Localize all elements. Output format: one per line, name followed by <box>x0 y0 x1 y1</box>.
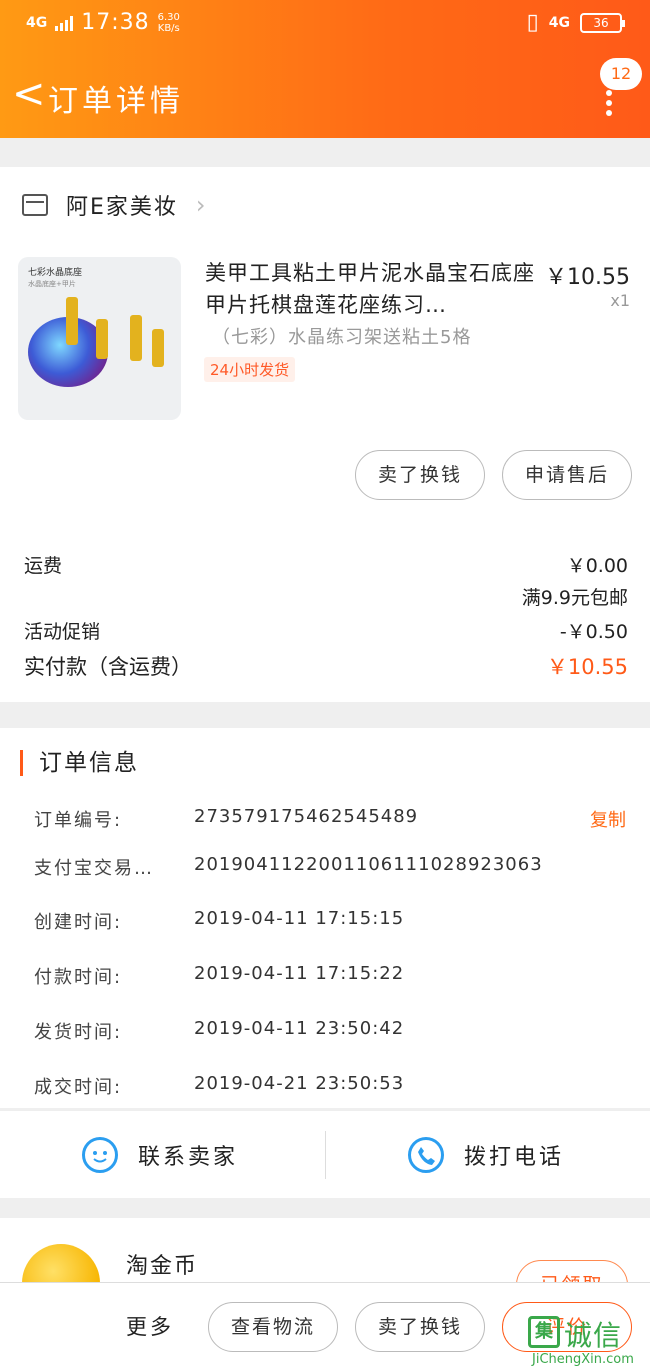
product-image-label: 七彩水晶底座 <box>28 268 83 278</box>
info-key: 创建时间: <box>34 912 123 933</box>
info-key: 付款时间: <box>34 967 123 988</box>
paid-value: ￥10.55 <box>546 655 628 679</box>
phone-icon <box>408 1137 444 1173</box>
coin-card: 淘金币 已领取 <box>0 1218 650 1322</box>
info-value: 2019-04-11 17:15:22 <box>194 963 405 984</box>
call-label: 拨打电话 <box>464 1145 565 1170</box>
product-title[interactable]: 美甲工具粘土甲片泥水晶宝石底座甲片托棋盘莲花座练习… <box>205 257 535 321</box>
network-label: 4G <box>26 14 48 31</box>
status-bar: 4G 17:38 6.30 KB/s ▯ 4G 36 <box>26 10 625 40</box>
shipping-label: 运费 <box>24 555 63 577</box>
product-sku: （七彩）水晶练习架送粘土5格 <box>212 327 472 348</box>
product-image-sub: 水晶底座+甲片 <box>28 280 76 288</box>
app-header: 4G 17:38 6.30 KB/s ▯ 4G 36 < 订单详情 12 <box>0 0 650 138</box>
nail-holder-graphic <box>130 315 142 361</box>
contact-seller-label: 联系卖家 <box>138 1145 239 1170</box>
more-button[interactable]: 更多 <box>126 1311 174 1341</box>
shop-icon <box>22 194 48 216</box>
paid-label: 实付款（含运费） <box>24 655 192 679</box>
free-shipping-note: 满9.9元包邮 <box>521 587 628 609</box>
nail-holder-graphic <box>66 297 78 345</box>
info-key: 订单编号: <box>34 810 123 831</box>
contact-card: 联系卖家 拨打电话 <box>0 1110 650 1198</box>
info-value: 2019-04-21 23:50:53 <box>194 1073 405 1094</box>
back-button[interactable]: < <box>12 74 46 114</box>
nail-holder-graphic <box>152 329 164 367</box>
clock: 17:38 <box>81 10 150 35</box>
call-button[interactable]: 拨打电话 <box>408 1111 564 1199</box>
order-item-card: 阿E家美妆 › 七彩水晶底座 水晶底座+甲片 美甲工具粘土甲片泥水晶宝石底座甲片… <box>0 167 650 702</box>
copy-button[interactable]: 复制 <box>590 806 626 832</box>
watermark-box: 集 <box>528 1316 560 1348</box>
page-title: 订单详情 <box>48 84 184 119</box>
watermark-url: JiChengXin.com <box>532 1352 634 1367</box>
info-key: 成交时间: <box>34 1077 123 1098</box>
shop-name: 阿E家美妆 <box>66 195 178 220</box>
shipping-tag: 24小时发货 <box>204 357 296 382</box>
more-menu-icon[interactable] <box>606 90 612 120</box>
divider <box>325 1131 326 1179</box>
info-key: 发货时间: <box>34 1022 123 1043</box>
title-bar: < 订单详情 12 <box>0 58 650 120</box>
promo-label: 活动促销 <box>24 621 101 643</box>
network-label-right: 4G <box>548 14 570 31</box>
contact-seller-button[interactable]: 联系卖家 <box>82 1111 238 1199</box>
shipping-value: ￥0.00 <box>566 555 628 577</box>
chevron-right-icon: › <box>195 191 206 219</box>
chat-smile-icon <box>82 1137 118 1173</box>
watermark-text: 诚信 <box>564 1319 623 1352</box>
after-sale-button[interactable]: 申请售后 <box>502 450 632 500</box>
info-value: 273579175462545489 <box>194 806 419 827</box>
product-price: ￥10.55 <box>545 265 630 290</box>
info-value: 2019-04-11 17:15:15 <box>194 908 405 929</box>
resell-bottom-button[interactable]: 卖了换钱 <box>355 1302 485 1352</box>
promo-value: -￥0.50 <box>559 621 628 643</box>
order-info-card: 订单信息 订单编号: 273579175462545489 复制 支付宝交易… … <box>0 728 650 1108</box>
view-logistics-button[interactable]: 查看物流 <box>208 1302 338 1352</box>
product-image[interactable]: 七彩水晶底座 水晶底座+甲片 <box>18 257 181 420</box>
info-value: 2019041122001106111028923063 <box>194 854 543 875</box>
product-quantity: x1 <box>610 291 630 310</box>
shop-row[interactable]: 阿E家美妆 › <box>22 189 206 221</box>
signal-icon <box>55 15 74 31</box>
vibrate-icon: ▯ <box>526 10 539 35</box>
battery-icon: 36 <box>580 12 625 33</box>
bottom-action-bar: 更多 查看物流 卖了换钱 评价 集 诚信 JiChengXin.com <box>0 1282 650 1372</box>
coin-label: 淘金币 <box>126 1254 199 1279</box>
order-info-title: 订单信息 <box>20 750 139 776</box>
network-speed: 6.30 KB/s <box>157 11 180 34</box>
watermark-logo: 集 诚信 JiChengXin.com <box>528 1312 646 1370</box>
info-key: 支付宝交易… <box>34 858 154 879</box>
resell-button[interactable]: 卖了换钱 <box>355 450 485 500</box>
info-value: 2019-04-11 23:50:42 <box>194 1018 405 1039</box>
nail-holder-graphic <box>96 319 108 359</box>
message-badge[interactable]: 12 <box>600 58 642 90</box>
